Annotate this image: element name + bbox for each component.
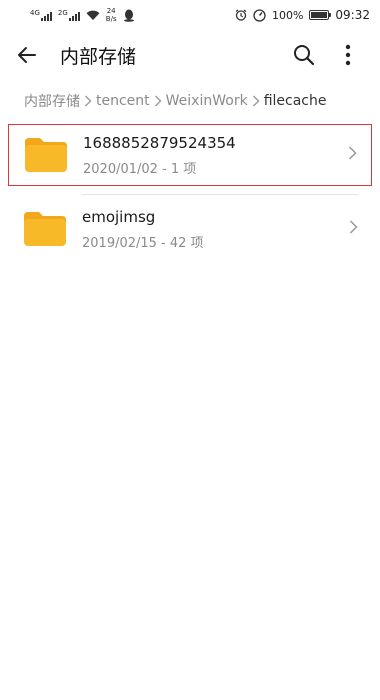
chevron-right-icon — [348, 146, 357, 165]
file-list: 1688852879524354 2020/01/02 - 1 项 emojim… — [0, 124, 380, 262]
folder-icon — [22, 210, 68, 248]
speedometer-icon — [253, 8, 266, 22]
battery-fill — [311, 12, 328, 18]
app-bar: 内部存储 — [0, 30, 380, 80]
app-bar-actions — [282, 33, 370, 77]
breadcrumb-item-internal-storage[interactable]: 内部存储 — [24, 91, 80, 111]
back-button[interactable] — [2, 30, 52, 80]
chevron-right-icon — [349, 220, 358, 239]
network-type-1: 4G — [30, 8, 40, 17]
network-type-2: 2G — [57, 8, 68, 17]
battery-icon — [309, 10, 332, 20]
folder-icon — [23, 136, 69, 174]
chevron-right-icon — [154, 95, 162, 107]
breadcrumb: 内部存储 tencent WeixinWork filecache — [24, 88, 326, 114]
list-item[interactable]: 1688852879524354 2020/01/02 - 1 项 — [8, 124, 372, 186]
chevron-right-icon — [252, 95, 260, 107]
search-icon — [294, 45, 315, 66]
breadcrumb-item-tencent[interactable]: tencent — [96, 93, 150, 109]
file-name: emojimsg — [82, 207, 156, 226]
arrow-back-icon — [18, 47, 36, 63]
status-left: 4G 2G 24 B/s — [30, 7, 135, 23]
signal-bars-icon — [40, 10, 52, 21]
list-item[interactable]: emojimsg 2019/02/15 - 42 项 — [0, 196, 380, 262]
more-options-button[interactable] — [326, 33, 370, 77]
status-right: 100% 09:32 — [235, 8, 370, 22]
file-text: 1688852879524354 2020/01/02 - 1 项 — [83, 134, 236, 177]
breadcrumb-item-filecache: filecache — [263, 93, 327, 109]
file-text: emojimsg 2019/02/15 - 42 项 — [82, 208, 204, 251]
battery-percent: 100% — [271, 8, 304, 22]
qq-notification-icon — [123, 9, 134, 22]
speed-value: 24 — [106, 7, 116, 15]
status-bar: 4G 2G 24 B/s 100% 09:32 — [0, 0, 380, 30]
signal-2: 2G — [57, 8, 80, 21]
more-vert-icon — [345, 44, 351, 66]
breadcrumb-item-weixinwork[interactable]: WeixinWork — [166, 93, 248, 109]
file-name: 1688852879524354 — [83, 133, 236, 152]
signal-bars-icon — [68, 10, 80, 21]
speed-unit: B/s — [105, 15, 117, 23]
chevron-right-icon — [84, 95, 92, 107]
network-speed: 24 B/s — [106, 7, 117, 23]
signal-1: 4G — [30, 8, 52, 21]
wifi-icon — [86, 10, 100, 20]
page-title: 内部存储 — [60, 45, 137, 68]
clock: 09:32 — [335, 8, 370, 22]
alarm-icon — [235, 9, 247, 21]
file-meta: 2019/02/15 - 42 项 — [82, 235, 204, 251]
search-button[interactable] — [282, 33, 326, 77]
file-meta: 2020/01/02 - 1 项 — [83, 161, 197, 177]
